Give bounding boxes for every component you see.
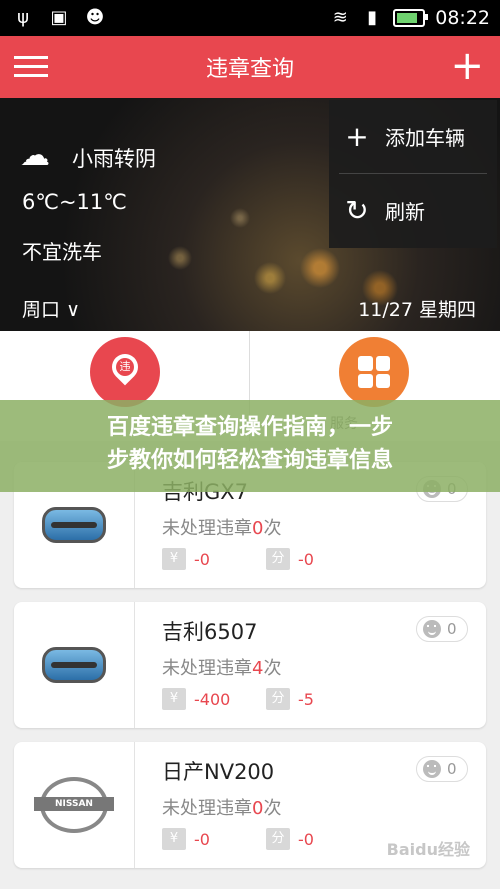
services-grid-icon <box>358 356 390 388</box>
points-value: -0 <box>298 550 314 569</box>
points-value: -0 <box>298 830 314 849</box>
points-badge: 分 <box>266 688 290 710</box>
like-counter[interactable]: 0 <box>416 616 468 642</box>
vehicle-name: 吉利6507 <box>162 620 258 644</box>
usb-icon: ψ <box>17 7 29 28</box>
status-bar: ψ ▣ ☻ ≋ ▮ 08:22 <box>0 0 500 36</box>
wifi-icon: ≋ <box>332 7 348 28</box>
brand-logo: NISSAN <box>14 742 135 868</box>
banner-line: 百度违章查询操作指南，一步 <box>106 415 393 440</box>
menu-item-label: 刷新 <box>385 199 425 224</box>
fine-badge: ¥ <box>162 688 186 710</box>
smiley-icon <box>423 760 441 778</box>
plus-icon[interactable]: + <box>450 44 484 88</box>
fine-value: -0 <box>194 550 210 569</box>
overlay-banner: 百度违章查询操作指南，一步 步教你如何轻松查询违章信息 <box>0 400 500 492</box>
popup-menu: + 添加车辆 ↻ 刷新 <box>329 100 497 248</box>
services-button[interactable] <box>339 337 409 407</box>
fine-badge: ¥ <box>162 828 186 850</box>
vehicle-card[interactable]: 吉利6507 未处理违章4次 ¥ -400 分 -5 0 <box>14 602 486 728</box>
watermark: Baidu经验 <box>386 840 470 859</box>
battery-icon <box>393 9 429 27</box>
plus-icon: + <box>345 119 369 153</box>
pending-violations: 未处理违章0次 <box>162 518 282 539</box>
menu-item-add-vehicle[interactable]: + 添加车辆 <box>329 100 497 172</box>
signal-icon: ▮ <box>367 7 378 28</box>
violation-pin-icon: 违 <box>110 354 140 390</box>
city-name: 周口 <box>22 299 61 321</box>
fine-badge: ¥ <box>162 548 186 570</box>
car-wash-advice: 不宜洗车 <box>22 240 102 264</box>
vehicle-name: 日产NV200 <box>162 760 275 784</box>
points-value: -5 <box>298 690 314 709</box>
pending-violations: 未处理违章4次 <box>162 658 282 679</box>
fine-value: -0 <box>194 830 210 849</box>
nissan-logo-icon: NISSAN <box>34 777 114 833</box>
brand-logo <box>14 602 135 728</box>
image-icon: ▣ <box>50 7 68 28</box>
pending-violations: 未处理违章0次 <box>162 798 282 819</box>
menu-item-label: 添加车辆 <box>385 125 465 150</box>
page-title: 违章查询 <box>205 57 294 82</box>
points-badge: 分 <box>266 828 290 850</box>
weather-temperature: 6℃~11℃ <box>22 190 127 214</box>
refresh-icon: ↻ <box>345 193 369 227</box>
chevron-down-icon: ∨ <box>66 299 80 321</box>
android-icon: ☻ <box>85 7 105 28</box>
fine-value: -400 <box>194 690 231 709</box>
weather-condition: 小雨转阴 <box>72 147 156 171</box>
city-selector[interactable]: 周口 ∨ <box>22 295 80 322</box>
app-bar: 违章查询 + <box>0 36 500 98</box>
geely-logo-icon <box>42 647 106 683</box>
smiley-icon <box>423 620 441 638</box>
menu-item-refresh[interactable]: ↻ 刷新 <box>329 174 497 246</box>
status-time: 08:22 <box>435 7 490 29</box>
like-counter[interactable]: 0 <box>416 756 468 782</box>
points-badge: 分 <box>266 548 290 570</box>
rain-cloud-icon: ☁ <box>20 138 50 173</box>
banner-line: 步教你如何轻松查询违章信息 <box>106 448 393 473</box>
violation-button[interactable]: 违 <box>90 337 160 407</box>
date-label: 11/27 星期四 <box>358 299 476 321</box>
geely-logo-icon <box>42 507 106 543</box>
